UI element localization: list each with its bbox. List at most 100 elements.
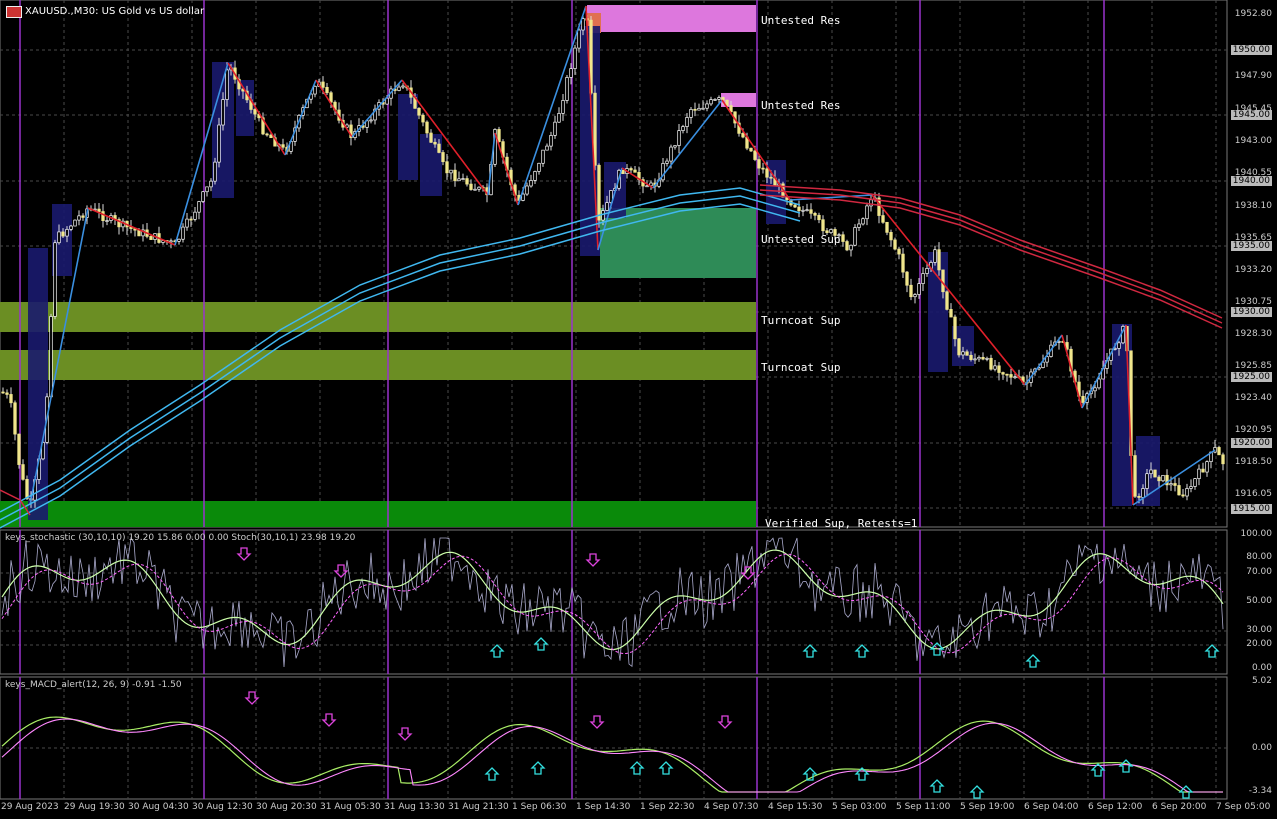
candle-body — [1201, 468, 1205, 473]
price-level-box: 1915.00 — [1230, 504, 1272, 514]
candle-body — [741, 133, 745, 138]
candle-body — [105, 220, 109, 222]
candle-body — [425, 121, 429, 134]
candle-body — [457, 178, 461, 182]
candle-body — [705, 103, 709, 109]
candle-body — [97, 208, 101, 212]
arrow-up-icon — [530, 761, 546, 775]
candle-body — [633, 169, 637, 173]
zone-label-untested-res-1: Untested Res — [761, 14, 841, 27]
candle-body — [169, 240, 173, 243]
stoch-title: keys_stochastic (30,10,10) 19.20 15.86 0… — [5, 533, 356, 543]
candle-body — [953, 316, 957, 340]
candle-body — [1013, 376, 1017, 379]
price-level-box: 1925.00 — [1230, 372, 1272, 382]
candle-body — [137, 229, 141, 237]
trading-chart[interactable] — [0, 0, 1277, 819]
candle-body — [1117, 342, 1121, 349]
candle-body — [989, 357, 993, 370]
candle-body — [421, 114, 425, 123]
time-tick: 1 Sep 06:30 — [512, 802, 567, 812]
price-tick: 1928.30 — [1234, 329, 1272, 339]
candle-body — [461, 178, 465, 180]
candle-body — [841, 234, 845, 242]
candle-body — [673, 145, 677, 148]
candle-body — [221, 99, 225, 126]
candle-body — [313, 85, 317, 95]
candle-body — [1205, 461, 1209, 473]
candle-body — [529, 180, 533, 187]
candle-body — [793, 204, 797, 208]
candle-body — [905, 271, 909, 286]
candle-body — [769, 176, 773, 179]
candle-body — [885, 221, 889, 233]
candle-body — [1009, 374, 1013, 378]
candle-body — [645, 185, 649, 188]
candle-body — [753, 150, 757, 160]
arrow-up-icon — [929, 779, 945, 793]
candle-body — [813, 213, 817, 216]
support-zone — [600, 208, 756, 278]
candle-body — [549, 135, 553, 147]
candle-body — [757, 159, 761, 169]
candle-body — [997, 365, 1001, 373]
candle-body — [253, 109, 257, 115]
candle-body — [553, 121, 557, 136]
arrow-up-icon — [533, 637, 549, 651]
zone-label-verified-sup: Verified Sup, Retests=1 — [765, 517, 918, 530]
candle-body — [1193, 478, 1197, 487]
candle-body — [525, 185, 529, 195]
candle-body — [969, 354, 973, 360]
price-tick: 1925.85 — [1234, 361, 1272, 371]
candle-body — [913, 294, 917, 298]
candle-body — [917, 283, 921, 295]
resistance-zone — [587, 5, 756, 32]
arrow-up-icon — [484, 767, 500, 781]
candle-body — [397, 86, 401, 91]
candle-body — [1221, 454, 1225, 465]
candle-body — [973, 358, 977, 361]
time-tick: 29 Aug 19:30 — [64, 802, 125, 812]
price-tick: 1933.20 — [1234, 265, 1272, 275]
candle-body — [849, 244, 853, 251]
candle-body — [1145, 473, 1149, 489]
candle-body — [1141, 488, 1145, 498]
candle-body — [797, 206, 801, 212]
candle-body — [1133, 455, 1137, 497]
candle-body — [865, 205, 869, 220]
candle-body — [713, 99, 717, 101]
candle-body — [961, 351, 965, 356]
candle-body — [765, 168, 769, 178]
price-level-box: 1940.00 — [1230, 176, 1272, 186]
time-tick: 29 Aug 2023 — [1, 802, 59, 812]
stoch-tick: 80.00 — [1246, 552, 1272, 562]
candle-body — [721, 97, 725, 101]
candle-body — [201, 191, 205, 202]
arrow-down-icon — [321, 713, 337, 727]
candle-body — [465, 178, 469, 185]
symbol-label: XAUUSD.,M30: US Gold vs US dollar — [25, 6, 205, 17]
zigzag-segment — [871, 194, 1026, 386]
candle-body — [909, 284, 913, 298]
candle-body — [185, 218, 189, 228]
candle-body — [181, 226, 185, 240]
candle-body — [149, 236, 153, 240]
candle-body — [1217, 447, 1221, 456]
candle-body — [561, 100, 565, 114]
price-level-box: 1930.00 — [1230, 307, 1272, 317]
candle-body — [217, 124, 221, 163]
candle-body — [1001, 372, 1005, 375]
candle-body — [933, 249, 937, 263]
candle-body — [49, 316, 53, 398]
candle-body — [453, 169, 457, 182]
candle-body — [1161, 474, 1165, 482]
candle-body — [557, 113, 561, 123]
arrow-up-icon — [489, 644, 505, 658]
verified-zone — [0, 501, 756, 527]
candle-body — [193, 211, 197, 220]
candle-body — [573, 47, 577, 69]
candle-body — [445, 161, 449, 174]
candle-body — [433, 141, 437, 145]
moving-average-line — [759, 194, 1223, 329]
candle-body — [225, 69, 229, 100]
